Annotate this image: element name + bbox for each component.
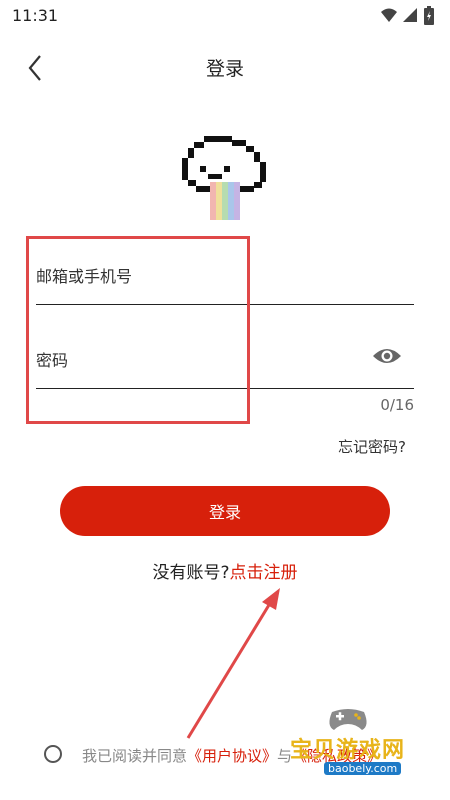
status-icons (380, 6, 440, 26)
login-button[interactable]: 登录 (60, 486, 390, 536)
wifi-icon (381, 8, 397, 22)
register-link[interactable]: 点击注册 (230, 563, 298, 583)
watermark: 宝贝游戏网 baobely.com (290, 706, 440, 786)
battery-icon (424, 6, 434, 25)
register-prompt: 没有账号?点击注册 (0, 558, 450, 583)
header: 登录 (0, 40, 450, 96)
signal-icon (403, 8, 417, 22)
status-time: 11:31 (12, 6, 59, 25)
forgot-password-link[interactable]: 忘记密码? (338, 436, 406, 457)
eye-icon (373, 349, 401, 363)
password-char-counter: 0/16 (380, 396, 414, 414)
page-title: 登录 (205, 58, 244, 80)
agreement-checkbox[interactable] (44, 745, 62, 763)
gamepad-icon (329, 709, 367, 730)
app-logo-icon (182, 136, 266, 220)
app-logo (178, 132, 272, 226)
status-bar: 11:31 (0, 0, 450, 32)
user-agreement-link[interactable]: 《用户协议》 (187, 747, 277, 765)
watermark-title: 宝贝游戏网 (290, 738, 406, 763)
watermark-url: baobely.com (324, 762, 402, 775)
register-prompt-text: 没有账号? (152, 563, 230, 583)
annotation-highlight-box (26, 236, 250, 424)
agreement-prefix: 我已阅读并同意 (82, 747, 188, 765)
password-visibility-toggle[interactable] (372, 344, 402, 368)
